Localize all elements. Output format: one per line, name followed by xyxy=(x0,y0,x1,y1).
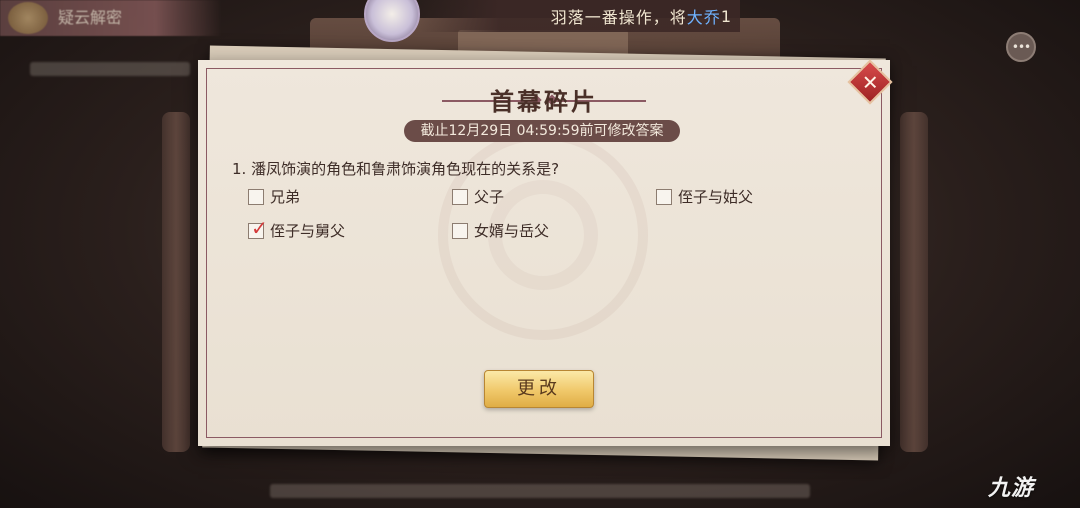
background-footer-text xyxy=(270,484,810,498)
background-subtext xyxy=(30,62,190,76)
checkbox-checked[interactable]: ✓ xyxy=(248,218,268,239)
announcement-ticker: 羽落一番操作，将 大乔 1 xyxy=(420,0,740,32)
option-label: 侄子与姑父 xyxy=(678,188,754,206)
option-5[interactable]: 女婿与岳父 xyxy=(452,220,549,241)
option-1[interactable]: 兄弟 xyxy=(248,186,300,207)
deadline-banner: 截止12月29日 04:59:59前可修改答案 xyxy=(404,120,680,142)
option-label: 侄子与舅父 xyxy=(270,222,346,240)
checkbox[interactable] xyxy=(452,222,468,239)
chat-bubble-icon[interactable]: ••• xyxy=(1006,32,1036,62)
quiz-dialog: ✕ 首幕碎片 截止12月29日 04:59:59前可修改答案 1. 潘凤饰演的角… xyxy=(198,59,893,446)
background-banner: 疑云解密 xyxy=(0,0,222,36)
scroll-left-decoration xyxy=(162,112,190,452)
ticker-prefix: 羽落一番操作，将 xyxy=(550,8,687,27)
banner-label: 疑云解密 xyxy=(58,8,123,27)
option-label: 父子 xyxy=(474,188,505,206)
option-label: 兄弟 xyxy=(270,188,301,206)
option-label: 女婿与岳父 xyxy=(474,222,550,240)
question-text: 1. 潘凤饰演的角色和鲁肃饰演角色现在的关系是? xyxy=(232,160,560,178)
checkbox[interactable] xyxy=(248,188,264,205)
option-3[interactable]: 侄子与姑父 xyxy=(656,186,753,207)
dialog-title: 首幕碎片 xyxy=(490,88,598,116)
checkbox[interactable] xyxy=(656,188,672,205)
scroll-right-decoration xyxy=(900,112,928,452)
checkbox[interactable] xyxy=(452,188,468,205)
checkmark-icon: ✓ xyxy=(251,215,268,240)
change-button[interactable]: 更改 xyxy=(484,370,594,408)
ticker-highlight: 大乔 xyxy=(686,8,721,27)
ticker-suffix: 1 xyxy=(720,6,732,26)
option-2[interactable]: 父子 xyxy=(452,186,504,207)
brand-logo: 九游 xyxy=(988,476,1035,501)
option-4[interactable]: ✓ 侄子与舅父 xyxy=(248,218,346,241)
banner-emblem-icon xyxy=(8,2,48,34)
